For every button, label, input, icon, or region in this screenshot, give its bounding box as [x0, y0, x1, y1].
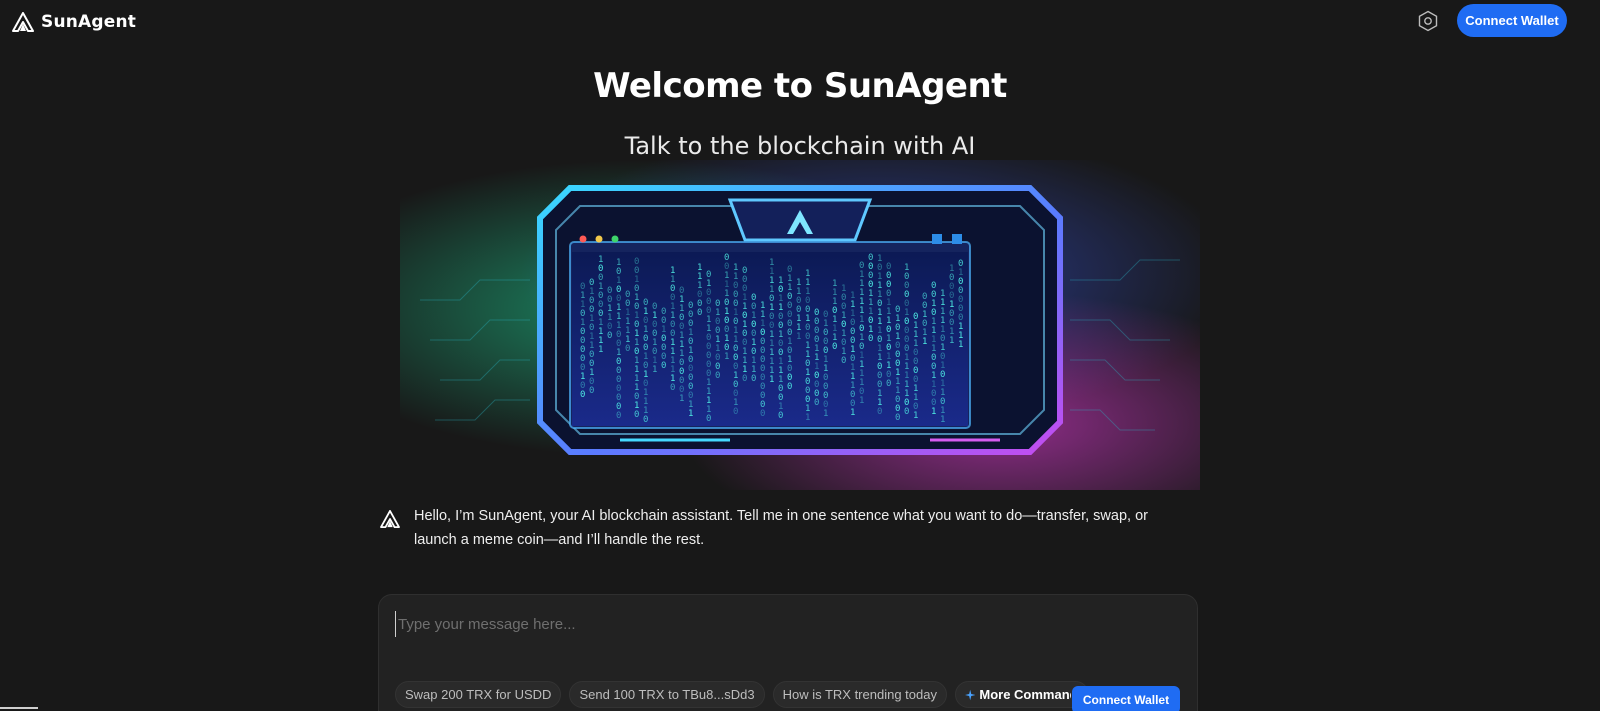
suggestion-chip-swap[interactable]: Swap 200 TRX for USDD [395, 681, 562, 708]
suggestion-chips: Swap 200 TRX for USDD Send 100 TRX to TB… [395, 681, 1089, 708]
svg-text:0: 0 [787, 382, 792, 392]
svg-text:1: 1 [949, 336, 954, 346]
top-header: SunAgent Connect Wallet [0, 0, 1600, 44]
svg-text:1: 1 [850, 408, 855, 418]
svg-text:0: 0 [634, 410, 639, 420]
page-title: Welcome to SunAgent [593, 66, 1007, 106]
brand-logo[interactable]: SunAgent [12, 10, 136, 34]
svg-text:1: 1 [823, 409, 828, 419]
more-commands-label: More Commands [979, 687, 1070, 702]
svg-text:0: 0 [886, 379, 891, 389]
chat-composer: Swap 200 TRX for USDD Send 100 TRX to TB… [378, 594, 1198, 711]
svg-text:1: 1 [913, 411, 918, 421]
svg-text:0: 0 [616, 411, 621, 421]
svg-text:0: 0 [814, 398, 819, 408]
settings-button[interactable] [1416, 9, 1440, 33]
hexagon-gear-icon [1418, 10, 1438, 32]
greeting-message: Hello, I’m SunAgent, your AI blockchain … [414, 508, 1148, 548]
connect-wallet-button[interactable]: Connect Wallet [1457, 4, 1567, 37]
svg-text:1: 1 [940, 415, 945, 425]
svg-text:0: 0 [697, 308, 702, 318]
svg-text:0: 0 [733, 407, 738, 417]
svg-text:0: 0 [607, 331, 612, 341]
svg-text:0: 0 [841, 356, 846, 366]
svg-text:1: 1 [931, 407, 936, 417]
svg-text:0: 0 [877, 407, 882, 417]
svg-text:0: 0 [580, 390, 585, 400]
svg-text:0: 0 [670, 383, 675, 393]
svg-text:1: 1 [598, 345, 603, 355]
svg-text:1: 1 [679, 394, 684, 404]
svg-text:0: 0 [832, 342, 837, 352]
svg-text:0: 0 [589, 386, 594, 396]
svg-text:0: 0 [625, 344, 630, 354]
svg-text:1: 1 [958, 340, 963, 350]
svg-text:0: 0 [751, 374, 756, 384]
ai-blockchain-terminal-illustration: 0110100000100010010110010010010001111001… [400, 160, 1200, 490]
message-input[interactable] [395, 611, 1170, 637]
svg-text:0: 0 [661, 361, 666, 371]
connect-wallet-send-button[interactable]: Connect Wallet [1072, 686, 1180, 711]
svg-text:0: 0 [904, 407, 909, 417]
app-page: SunAgent Connect Wallet Welcome to SunAg… [0, 0, 1600, 711]
svg-text:1: 1 [859, 396, 864, 406]
suggestion-chip-send[interactable]: Send 100 TRX to TBu8...sDd3 [569, 681, 765, 708]
assistant-greeting: Hello, I’m SunAgent, your AI blockchain … [380, 504, 1200, 552]
svg-text:0: 0 [742, 374, 747, 384]
page-subtitle: Talk to the blockchain with AI [624, 132, 976, 160]
svg-text:0: 0 [778, 411, 783, 421]
svg-text:1: 1 [769, 375, 774, 385]
svg-text:1: 1 [688, 409, 693, 419]
svg-text:0: 0 [715, 371, 720, 381]
more-commands-chip[interactable]: More Commands › [954, 681, 1089, 708]
suggestion-chip-trend[interactable]: How is TRX trending today [772, 681, 947, 708]
sunagent-logo-icon [12, 12, 34, 32]
sparkle-icon [964, 689, 976, 700]
brand-name: SunAgent [41, 12, 137, 32]
svg-text:1: 1 [652, 365, 657, 375]
sunagent-avatar-icon [380, 510, 400, 528]
svg-text:0: 0 [643, 415, 648, 425]
svg-text:0: 0 [895, 413, 900, 423]
svg-text:1: 1 [805, 413, 810, 423]
svg-text:1: 1 [796, 332, 801, 342]
svg-text:1: 1 [922, 337, 927, 347]
svg-text:1: 1 [724, 352, 729, 362]
svg-text:0: 0 [760, 409, 765, 419]
svg-text:0: 0 [868, 334, 873, 344]
scroll-indicator [0, 707, 38, 709]
svg-text:0: 0 [706, 414, 711, 424]
